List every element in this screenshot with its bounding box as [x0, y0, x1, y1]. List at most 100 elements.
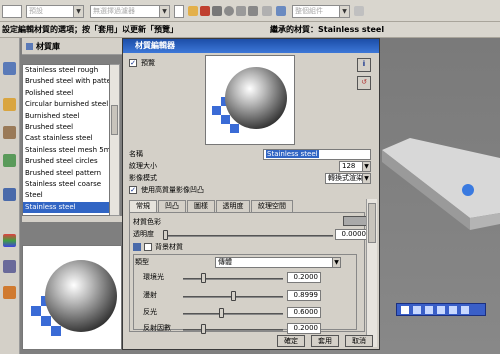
view-icon[interactable]: [425, 306, 433, 314]
hq-bump-label: 使用高質量影像凹凸: [141, 186, 204, 194]
rotate-icon[interactable]: [236, 6, 246, 16]
sphere-preview-image: [31, 260, 117, 336]
arrow-icon[interactable]: [212, 6, 222, 16]
ok-button[interactable]: 確定: [277, 335, 305, 347]
navigator-icon[interactable]: [3, 62, 16, 75]
image-mode-label: 影像模式: [129, 174, 157, 182]
texture-size-select[interactable]: 128 ▼: [339, 161, 371, 172]
view-icon[interactable]: [413, 306, 421, 314]
specular-value[interactable]: 0.6000: [287, 307, 321, 318]
list-item[interactable]: Polished steel: [23, 88, 109, 99]
tab-transparency[interactable]: 透明度: [216, 200, 250, 212]
transparency-slider[interactable]: [163, 235, 333, 237]
hint-text: 設定編輯材質的選項；按「套用」以更新「預覽」: [2, 25, 178, 34]
material-editor-dialog: 材質編輯器 ✓ 預覽 i ↺ 名稱 Stainless steel 紋理大小 1…: [122, 38, 380, 350]
scrollbar-thumb[interactable]: [368, 203, 376, 243]
assembly-combo[interactable]: 整個組件 ▼: [292, 5, 350, 18]
library-icon: [26, 43, 33, 50]
tab-strip: 常規 凹凸 圖樣 透明度 紋理空間: [129, 200, 365, 212]
library-icon[interactable]: [3, 126, 16, 139]
diffuse-label: 漫射: [143, 291, 157, 299]
list-item[interactable]: Brushed steel circles: [23, 156, 109, 167]
ambient-slider-thumb[interactable]: [201, 273, 206, 283]
reset-icon[interactable]: ↺: [357, 76, 371, 90]
list-item[interactable]: Brushed steel: [23, 122, 109, 133]
transparency-slider-thumb[interactable]: [163, 230, 168, 240]
hq-bump-checkbox[interactable]: ✓: [129, 186, 137, 194]
type-select[interactable]: 傳體 ▼: [215, 257, 341, 268]
list-item-selected[interactable]: Stainless steel: [23, 201, 109, 214]
palette-icon[interactable]: [3, 234, 16, 247]
view-icon[interactable]: [449, 306, 457, 314]
image-mode-select[interactable]: 轉換式渲染 ▼: [325, 173, 371, 184]
ambient-value[interactable]: 0.2000: [287, 272, 321, 283]
point-icon[interactable]: [200, 6, 210, 16]
list-item[interactable]: Brushed steel pattern: [23, 168, 109, 179]
library-scrollbar[interactable]: [110, 64, 120, 216]
info-icon[interactable]: i: [357, 58, 371, 72]
cue-line: 設定編輯材質的選項；按「套用」以更新「預覽」: [0, 22, 500, 38]
list-item[interactable]: Steel: [23, 190, 109, 201]
list-item[interactable]: Burnished steel: [23, 111, 109, 122]
ambient-label: 環境光: [143, 273, 164, 281]
view-icon[interactable]: [437, 306, 445, 314]
list-item[interactable]: Brushed steel with patte: [23, 76, 109, 87]
list-item[interactable]: Circular burnished steel: [23, 99, 109, 110]
cube-icon[interactable]: [276, 6, 286, 16]
specular-slider-thumb[interactable]: [219, 308, 224, 318]
texture-size-label: 紋理大小: [129, 162, 157, 170]
tab-general[interactable]: 常規: [129, 200, 157, 212]
toolbar-combo-1[interactable]: 預設 ▼: [26, 5, 84, 18]
material-color-label: 材質色彩: [133, 218, 161, 226]
history-icon[interactable]: [3, 98, 16, 111]
inherited-material-label: 繼承的材質：Stainless steel: [270, 25, 385, 34]
list-item[interactable]: Stainless steel rough: [23, 65, 109, 76]
copy-icon[interactable]: [248, 6, 258, 16]
tab-pattern[interactable]: 圖樣: [187, 200, 215, 212]
reflectivity-value[interactable]: 0.2000: [287, 323, 321, 334]
editor-scrollbar[interactable]: [366, 199, 377, 347]
roles-icon[interactable]: [3, 188, 16, 201]
type-label: 類型: [135, 258, 149, 266]
options-icon[interactable]: [354, 6, 364, 16]
background-material-checkbox[interactable]: [144, 243, 152, 251]
cancel-button[interactable]: 取消: [345, 335, 373, 347]
library-preview: [22, 245, 122, 350]
name-field[interactable]: Stainless steel: [263, 149, 371, 160]
list-item[interactable]: Stainless steel mesh 5mr: [23, 145, 109, 156]
view-icon[interactable]: [401, 306, 409, 314]
list-item[interactable]: Cast stainless steel: [23, 133, 109, 144]
list-item[interactable]: Stainless steel coarse: [23, 179, 109, 190]
apply-button[interactable]: 套用: [311, 335, 339, 347]
scene-icon[interactable]: [3, 286, 16, 299]
ambient-slider[interactable]: [183, 278, 283, 280]
frame-icon[interactable]: [262, 6, 272, 16]
view-icon[interactable]: [461, 306, 469, 314]
preview-checkbox[interactable]: ✓: [129, 59, 137, 67]
selection-filter-combo[interactable]: 無選擇過濾器 ▼: [90, 5, 170, 18]
chevron-down-icon: ▼: [362, 162, 370, 171]
tab-bump[interactable]: 凹凸: [158, 200, 186, 212]
chevron-down-icon: ▼: [159, 6, 169, 17]
system-materials-icon[interactable]: [3, 260, 16, 273]
diffuse-slider-thumb[interactable]: [231, 291, 236, 301]
reflectivity-slider-thumb[interactable]: [201, 324, 206, 334]
library-title: 材質庫: [36, 42, 60, 51]
material-list[interactable]: Stainless steel rough Brushed steel with…: [22, 64, 110, 216]
diffuse-value[interactable]: 0.8999: [287, 290, 321, 301]
tab-texture-space[interactable]: 紋理空間: [251, 200, 293, 212]
toolbar-combo-0[interactable]: [2, 5, 22, 18]
transparency-value[interactable]: 0.0000: [335, 229, 369, 240]
scrollbar-thumb[interactable]: [111, 105, 118, 135]
reflectivity-slider[interactable]: [183, 329, 283, 331]
toolbar-combo-small[interactable]: [174, 5, 184, 18]
specular-slider[interactable]: [183, 313, 283, 315]
reflectivity-label: 反射因數: [143, 324, 171, 332]
web-icon[interactable]: [3, 154, 16, 167]
background-material-label: 背景材質: [155, 243, 183, 251]
circle-icon[interactable]: [224, 6, 234, 16]
chevron-down-icon: ▼: [73, 6, 83, 17]
preview-label: 預覽: [141, 59, 155, 67]
snap-icon[interactable]: [188, 6, 198, 16]
dialog-title-bar[interactable]: 材質編輯器: [123, 39, 379, 53]
